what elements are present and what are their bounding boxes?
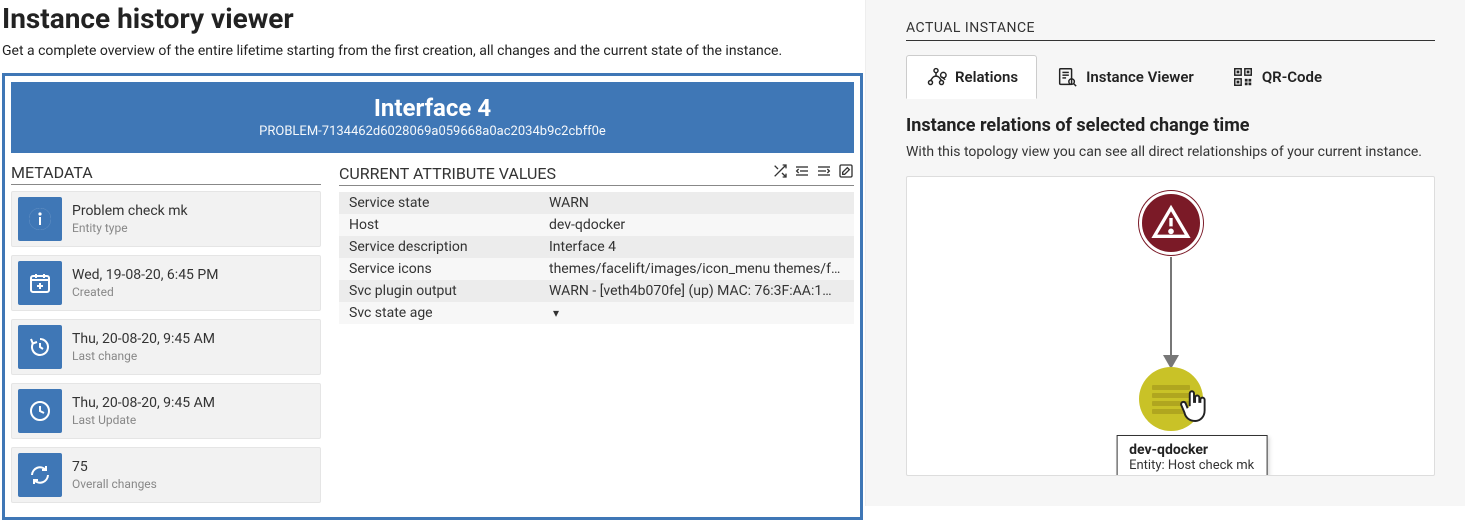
- tab-instance-viewer[interactable]: Instance Viewer: [1037, 55, 1213, 99]
- metadata-entity-type: Problem check mk Entity type: [11, 191, 321, 247]
- metadata-last-update: Thu, 20-08-20, 9:45 AM Last Update: [11, 383, 321, 439]
- metadata-label: Entity type: [72, 221, 188, 235]
- table-row: Host dev-qdocker: [339, 214, 854, 236]
- tab-relations[interactable]: Relations: [906, 55, 1037, 99]
- shuffle-icon[interactable]: [772, 163, 788, 183]
- instance-banner: Interface 4 PROBLEM-7134462d6028069a0596…: [11, 82, 854, 153]
- table-row: Service description Interface 4: [339, 236, 854, 258]
- metadata-value: 75: [72, 459, 157, 475]
- table-row[interactable]: Svc state age: [339, 302, 854, 324]
- tab-label: Relations: [955, 68, 1018, 86]
- metadata-label: Overall changes: [72, 477, 157, 491]
- tab-label: QR-Code: [1262, 68, 1322, 86]
- attributes-header: CURRENT ATTRIBUTE VALUES: [339, 163, 854, 186]
- metadata-value: Thu, 20-08-20, 9:45 AM: [72, 395, 215, 411]
- attr-key: Host: [339, 214, 539, 236]
- clock-icon: [18, 389, 62, 433]
- attr-key-link[interactable]: Svc plugin output: [339, 280, 539, 302]
- tooltip-subtitle: Entity: Host check mk: [1129, 458, 1254, 473]
- tab-label: Instance Viewer: [1086, 68, 1194, 86]
- topology-view[interactable]: dev-qdocker Entity: Host check mk: [906, 176, 1435, 476]
- attr-value: WARN: [539, 192, 854, 214]
- attr-value-link[interactable]: WARN - [veth4b070fe] (up) MAC: 76:3F:AA:…: [539, 280, 854, 302]
- relations-icon: [925, 66, 947, 88]
- metadata-last-change: Thu, 20-08-20, 9:45 AM Last change: [11, 319, 321, 375]
- qr-code-icon: [1232, 66, 1254, 88]
- attr-value: Interface 4: [539, 236, 854, 258]
- attr-key: Service state: [339, 192, 539, 214]
- info-icon: [18, 197, 62, 241]
- metadata-header: METADATA: [11, 163, 321, 185]
- topology-edge: [1170, 257, 1172, 357]
- table-row: Service icons themes/facelift/images/ico…: [339, 258, 854, 280]
- table-row[interactable]: Svc plugin output WARN - [veth4b070fe] (…: [339, 280, 854, 302]
- attr-value: themes/facelift/images/icon_menu themes/…: [539, 258, 854, 280]
- instance-title: Interface 4: [21, 94, 844, 122]
- metadata-overall-changes: 75 Overall changes: [11, 447, 321, 503]
- refresh-icon: [18, 453, 62, 497]
- page-title: Instance history viewer: [2, 2, 863, 35]
- calendar-icon: [18, 261, 62, 305]
- indent-icon[interactable]: [816, 163, 832, 183]
- tab-qr-code[interactable]: QR-Code: [1213, 55, 1341, 99]
- actual-instance-header: ACTUAL INSTANCE: [906, 20, 1435, 41]
- chevron-down-icon[interactable]: [549, 305, 559, 321]
- metadata-label: Last change: [72, 349, 215, 363]
- metadata-created: Wed, 19-08-20, 6:45 PM Created: [11, 255, 321, 311]
- page-description: Get a complete overview of the entire li…: [2, 43, 863, 59]
- history-icon: [18, 325, 62, 369]
- metadata-value: Problem check mk: [72, 203, 188, 219]
- attr-value: dev-qdocker: [539, 214, 854, 236]
- tooltip-title: dev-qdocker: [1129, 442, 1254, 458]
- table-row: Service state WARN: [339, 192, 854, 214]
- attr-key: Svc state age: [339, 302, 539, 324]
- metadata-label: Created: [72, 285, 218, 299]
- warning-icon: [1151, 203, 1191, 243]
- topology-tooltip: dev-qdocker Entity: Host check mk: [1116, 435, 1267, 476]
- attr-value-dropdown[interactable]: [539, 302, 854, 324]
- document-search-icon: [1056, 66, 1078, 88]
- outdent-icon[interactable]: [794, 163, 810, 183]
- metadata-value: Wed, 19-08-20, 6:45 PM: [72, 267, 218, 283]
- cursor-hand-icon: [1177, 387, 1211, 425]
- metadata-value: Thu, 20-08-20, 9:45 AM: [72, 331, 215, 347]
- topology-node-problem[interactable]: [1139, 191, 1203, 255]
- edit-icon[interactable]: [838, 163, 854, 183]
- attributes-table: Service state WARN Host dev-qdocker Serv…: [339, 192, 854, 324]
- relations-description: With this topology view you can see all …: [906, 144, 1435, 160]
- metadata-label: Last Update: [72, 413, 215, 427]
- attr-key: Service description: [339, 236, 539, 258]
- instance-history-panel: Interface 4 PROBLEM-7134462d6028069a0596…: [2, 73, 863, 520]
- attr-key: Service icons: [339, 258, 539, 280]
- tab-bar: Relations Instance Viewer QR-Code: [906, 55, 1435, 99]
- instance-id: PROBLEM-7134462d6028069a059668a0ac2034b9…: [21, 124, 844, 139]
- relations-title: Instance relations of selected change ti…: [906, 115, 1435, 136]
